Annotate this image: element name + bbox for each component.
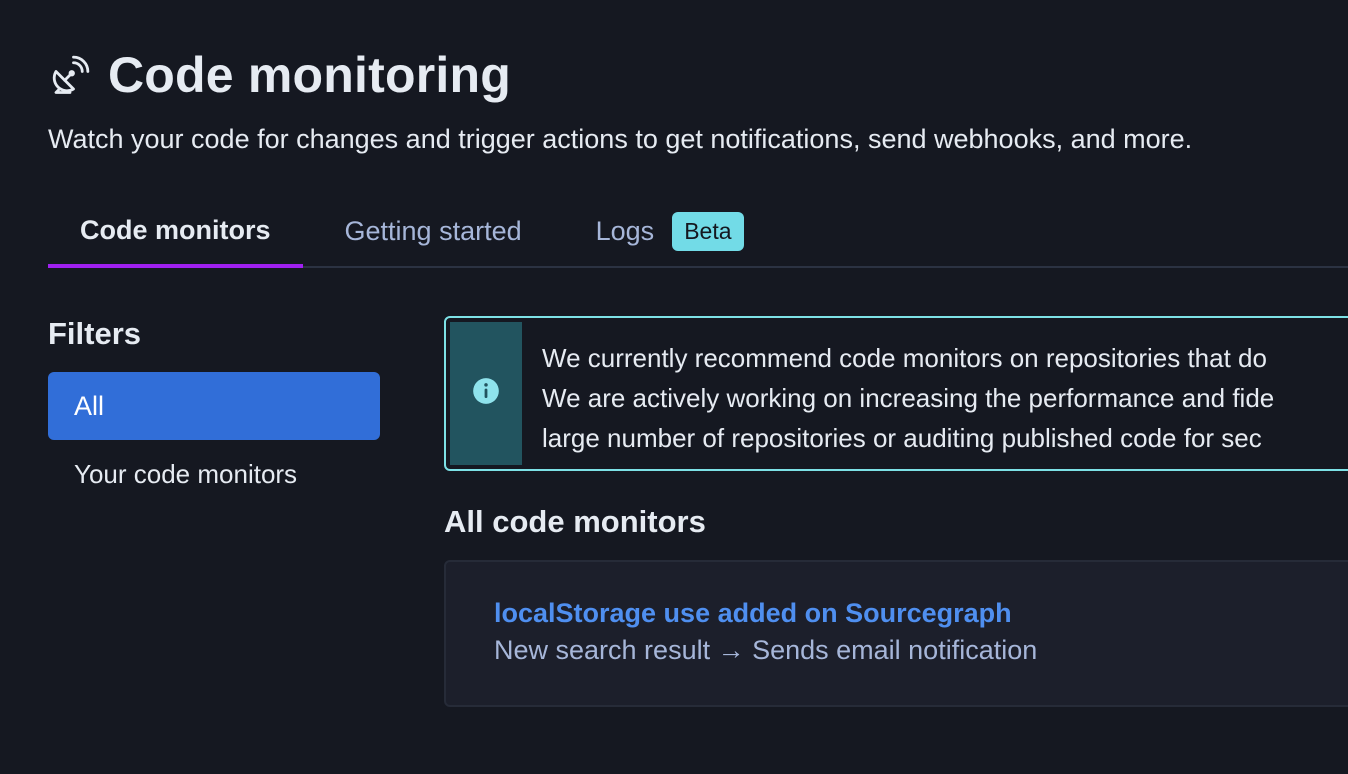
tab-label: Logs: [595, 215, 655, 246]
alert-icon-column: [450, 322, 522, 465]
tab-label: Getting started: [344, 215, 522, 246]
page-subtitle: Watch your code for changes and trigger …: [48, 124, 1193, 154]
monitor-name-link[interactable]: localStorage use added on Sourcegraph: [494, 598, 1012, 629]
info-alert: We currently recommend code monitors on …: [444, 316, 1348, 471]
code-monitoring-page: Code monitoring Watch your code for chan…: [0, 0, 1348, 774]
info-icon: [472, 377, 500, 410]
page-header: Code monitoring: [48, 46, 511, 104]
code-monitor-card: localStorage use added on Sourcegraph Ne…: [444, 560, 1348, 707]
alert-line: We currently recommend code monitors on …: [542, 343, 1267, 373]
monitor-description: New search result → Sends email notifica…: [494, 635, 1038, 665]
filter-label: Your code monitors: [74, 458, 298, 489]
filters-title: Filters: [48, 316, 142, 351]
alert-message: We currently recommend code monitors on …: [522, 318, 1274, 469]
filter-label: All: [74, 390, 105, 421]
beta-badge: Beta: [672, 211, 744, 251]
tab-code-monitors[interactable]: Code monitors: [48, 196, 303, 268]
filter-your-code-monitors[interactable]: Your code monitors: [48, 440, 380, 508]
tab-bar: Code monitors Getting started Logs Beta: [48, 196, 1348, 268]
filters-sidebar: Filters All Your code monitors: [48, 316, 380, 508]
alert-line: large number of repositories or auditing…: [542, 423, 1262, 453]
tab-getting-started[interactable]: Getting started: [313, 196, 554, 266]
tab-label: Code monitors: [80, 214, 271, 245]
filter-all[interactable]: All: [48, 372, 380, 440]
page-title: Code monitoring: [108, 47, 511, 103]
satellite-dish-icon: [48, 53, 92, 97]
tab-logs[interactable]: Logs Beta: [564, 196, 776, 266]
alert-line: We are actively working on increasing th…: [542, 383, 1275, 413]
section-title: All code monitors: [444, 504, 706, 539]
